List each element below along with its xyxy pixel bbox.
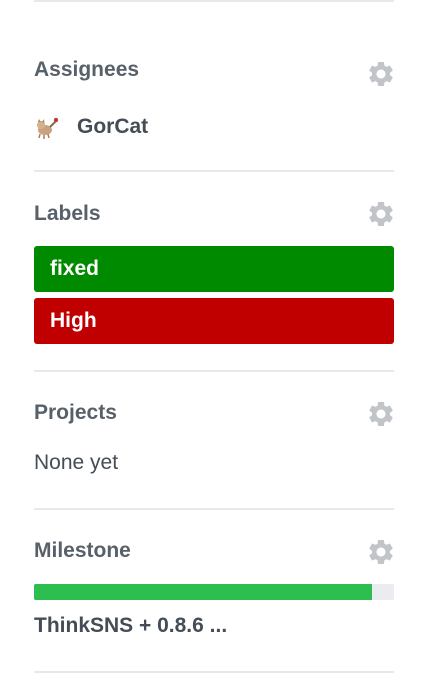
- avatar[interactable]: [34, 114, 60, 140]
- gear-icon[interactable]: [366, 537, 396, 567]
- divider: [34, 508, 394, 510]
- label-high[interactable]: High: [34, 298, 394, 344]
- divider: [34, 0, 394, 2]
- projects-status: None yet: [34, 451, 119, 474]
- milestone-title[interactable]: ThinkSNS + 0.8.6 ...: [34, 614, 227, 638]
- gear-icon[interactable]: [366, 399, 396, 429]
- divider: [34, 671, 394, 673]
- gear-icon[interactable]: [366, 59, 396, 89]
- divider: [34, 370, 394, 372]
- assignee-name[interactable]: GorCat: [77, 115, 148, 139]
- assignees-heading[interactable]: Assignees: [34, 58, 139, 82]
- gear-icon[interactable]: [366, 199, 396, 229]
- milestone-heading[interactable]: Milestone: [34, 539, 131, 563]
- milestone-progress-bar: [34, 584, 394, 600]
- assignee-item[interactable]: GorCat: [34, 113, 148, 141]
- divider: [34, 170, 394, 172]
- milestone-progress-fill: [34, 584, 373, 600]
- labels-heading[interactable]: Labels: [34, 202, 101, 226]
- projects-heading[interactable]: Projects: [34, 401, 117, 425]
- label-fixed[interactable]: fixed: [34, 246, 394, 292]
- issue-sidebar: Assignees GorCat Labels fixed High Proje…: [0, 0, 442, 674]
